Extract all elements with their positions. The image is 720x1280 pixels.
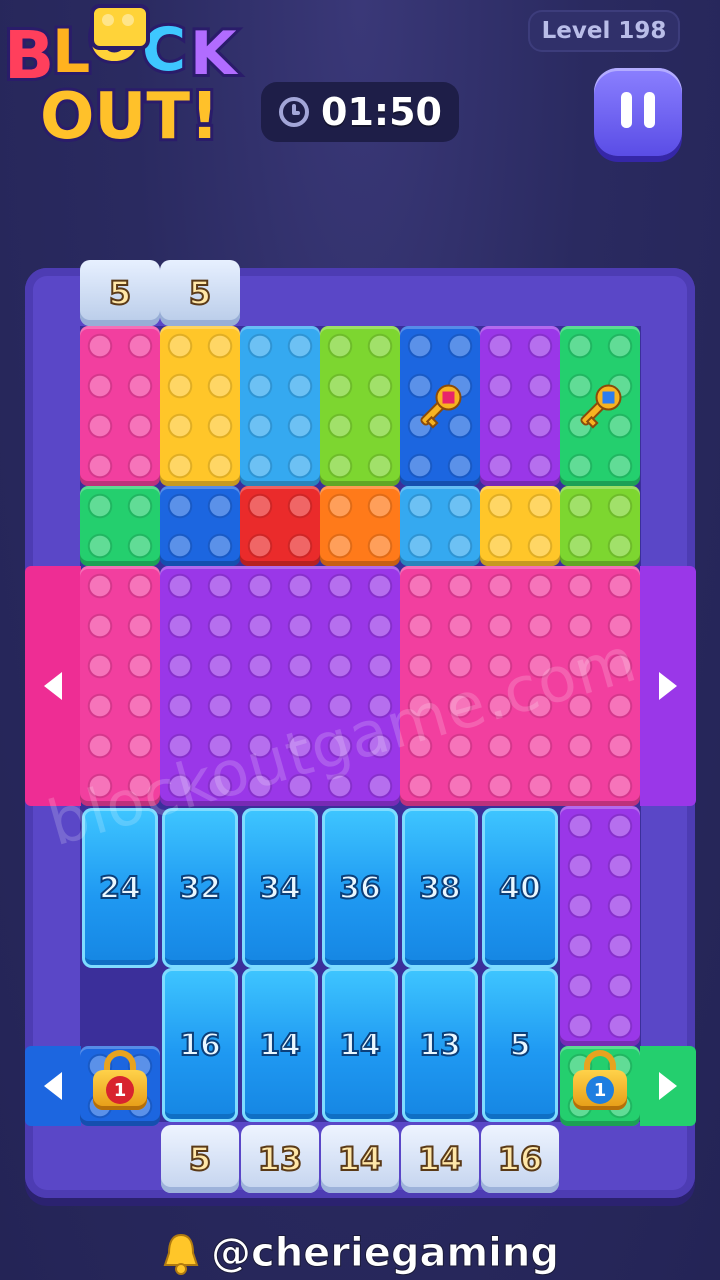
lock-icon: 1 (573, 1050, 627, 1110)
block-pink[interactable] (80, 326, 160, 486)
ice-block[interactable]: 34 (242, 808, 318, 968)
logo-letter-k: K (190, 19, 239, 89)
ice-count: 34 (258, 870, 302, 907)
left-exit-pink[interactable] (25, 566, 81, 806)
logo-line2: OUT! (40, 80, 219, 150)
ice-block[interactable]: 14 (242, 968, 318, 1122)
ice-block[interactable]: 14 (322, 968, 398, 1122)
ice-count: 13 (418, 1027, 462, 1064)
arrow-left-icon (44, 672, 62, 700)
key-icon (420, 384, 462, 429)
left-exit-blue[interactable] (25, 1046, 81, 1126)
block-lime[interactable] (560, 486, 640, 566)
bottom-exit-cap: 14 (321, 1125, 399, 1193)
ice-count: 38 (418, 870, 462, 907)
level-badge: Level 198 (528, 10, 680, 52)
block-purple-column[interactable] (560, 806, 640, 1046)
bottom-exit-cap: 14 (401, 1125, 479, 1193)
ice-count: 16 (178, 1027, 222, 1064)
block-orange[interactable] (320, 486, 400, 566)
right-exit-green[interactable] (640, 1046, 696, 1126)
block-out-logo: B L O C K OUT! (1, 0, 242, 150)
ice-block[interactable]: 32 (162, 808, 238, 968)
ice-block[interactable]: 5 (482, 968, 558, 1122)
block-sky[interactable] (240, 326, 320, 486)
block-green[interactable] (80, 486, 160, 566)
timer-value: 01:50 (321, 90, 442, 134)
logo-letter-l: L (52, 17, 90, 87)
block-blue[interactable] (160, 486, 240, 566)
clock-icon (279, 97, 309, 127)
pause-icon (621, 92, 632, 128)
bottom-exit-cap: 5 (161, 1125, 239, 1193)
arrow-left-icon (44, 1072, 62, 1100)
right-exit-purple[interactable] (640, 566, 696, 806)
ice-count: 14 (338, 1027, 382, 1064)
block-red[interactable] (240, 486, 320, 566)
timer: 01:50 (261, 82, 459, 142)
block-lime[interactable] (320, 326, 400, 486)
arrow-right-icon (659, 1072, 677, 1100)
arrow-right-icon (659, 672, 677, 700)
ice-block[interactable]: 13 (402, 968, 478, 1122)
lock-count: 1 (106, 1076, 134, 1104)
ice-count: 14 (258, 1027, 302, 1064)
ice-count: 40 (498, 870, 542, 907)
top-exit-cap: 5 (80, 260, 160, 326)
lock-count: 1 (586, 1076, 614, 1104)
ice-count: 32 (178, 870, 222, 907)
lock-icon: 1 (93, 1050, 147, 1110)
bell-icon (163, 1233, 199, 1275)
ice-count: 5 (509, 1027, 532, 1064)
ice-block[interactable]: 36 (322, 808, 398, 968)
creator-handle: @cheriegaming (0, 1226, 720, 1280)
bottom-exit-cap: 13 (241, 1125, 319, 1193)
block-sky[interactable] (400, 486, 480, 566)
block-yellow[interactable] (160, 326, 240, 486)
ice-block[interactable]: 16 (162, 968, 238, 1122)
ice-count: 36 (338, 870, 382, 907)
pause-button[interactable] (594, 68, 682, 156)
pause-icon-bar (644, 92, 655, 128)
ice-block[interactable]: 38 (402, 808, 478, 968)
ice-block[interactable]: 40 (482, 808, 558, 968)
ice-count: 24 (98, 870, 142, 907)
top-exit-cap: 5 (160, 260, 240, 326)
block-purple[interactable] (480, 326, 560, 486)
creator-handle-text: @cheriegaming (210, 1230, 559, 1277)
key-icon (580, 384, 622, 429)
bottom-exit-cap: 16 (481, 1125, 559, 1193)
block-yellow[interactable] (480, 486, 560, 566)
